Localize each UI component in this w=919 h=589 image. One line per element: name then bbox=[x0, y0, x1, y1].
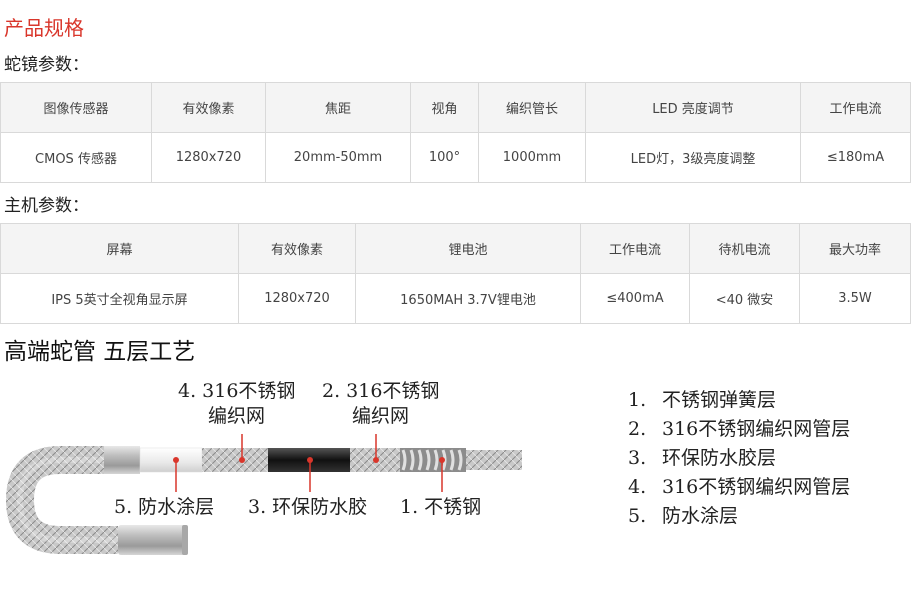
callout-dot bbox=[173, 457, 179, 463]
table-row: CMOS 传感器 1280x720 20mm-50mm 100° 1000mm … bbox=[0, 132, 911, 183]
probe-params-label: 蛇镜参数： bbox=[4, 55, 89, 75]
col-header: 编织管长 bbox=[478, 82, 586, 133]
callout-dot bbox=[239, 457, 245, 463]
legend-number: 5. bbox=[628, 505, 647, 527]
list-item: 4. 316不锈钢编织网管层 bbox=[628, 473, 850, 502]
col-header: 锂电池 bbox=[355, 223, 581, 274]
callout-label-2: 2. 316不锈钢 bbox=[322, 380, 440, 402]
waterproof-coating-layer bbox=[139, 447, 203, 473]
host-spec-table: 屏幕 有效像素 锂电池 工作电流 待机电流 最大功率 IPS 5英寸全视角显示屏… bbox=[0, 223, 911, 324]
callout-label-1: 1. 不锈钢 bbox=[400, 496, 482, 518]
col-header: 图像传感器 bbox=[0, 82, 152, 133]
table-cell: 20mm-50mm bbox=[265, 132, 411, 183]
page-title: 产品规格 bbox=[4, 16, 84, 40]
table-cell: 1650MAH 3.7V锂电池 bbox=[355, 273, 581, 324]
callout-dot bbox=[373, 457, 379, 463]
table-cell: 1280x720 bbox=[238, 273, 356, 324]
legend-number: 4. bbox=[628, 476, 647, 498]
col-header: 屏幕 bbox=[0, 223, 239, 274]
callout-label-4-sub: 编织网 bbox=[208, 405, 266, 427]
layer-legend: 1. 不锈钢弹簧层 2. 316不锈钢编织网管层 3. 环保防水胶层 4. 316不锈钢… bbox=[628, 386, 850, 531]
list-item: 1. 不锈钢弹簧层 bbox=[628, 386, 850, 415]
camera-head bbox=[118, 525, 186, 555]
table-cell: ≤400mA bbox=[580, 273, 690, 324]
tube-connector bbox=[104, 446, 140, 474]
table-cell: ≤180mA bbox=[800, 132, 911, 183]
callout-dot bbox=[307, 457, 313, 463]
list-item: 5. 防水涂层 bbox=[628, 502, 850, 531]
tube-section-heading: 高端蛇管 五层工艺 bbox=[4, 339, 196, 365]
callout-label-2-sub: 编织网 bbox=[352, 405, 410, 427]
snake-tube-diagram: 4. 316不锈钢 编织网 2. 316不锈钢 编织网 5. 防水涂层 3. 环… bbox=[0, 372, 540, 572]
legend-text: 316不锈钢编织网管层 bbox=[662, 476, 851, 498]
table-cell: 1000mm bbox=[478, 132, 586, 183]
col-header: LED 亮度调节 bbox=[585, 82, 801, 133]
table-cell: 100° bbox=[410, 132, 479, 183]
table-cell: 1280x720 bbox=[151, 132, 266, 183]
list-item: 2. 316不锈钢编织网管层 bbox=[628, 415, 850, 444]
camera-lens-rim bbox=[182, 525, 188, 555]
table-cell: <40 微安 bbox=[689, 273, 800, 324]
col-header: 视角 bbox=[410, 82, 479, 133]
legend-text: 环保防水胶层 bbox=[662, 447, 777, 469]
callout-label-3: 3. 环保防水胶 bbox=[248, 496, 368, 518]
callout-label-5: 5. 防水涂层 bbox=[114, 496, 215, 518]
col-header: 待机电流 bbox=[689, 223, 800, 274]
callout-dot bbox=[439, 457, 445, 463]
legend-text: 防水涂层 bbox=[662, 505, 739, 527]
col-header: 有效像素 bbox=[151, 82, 266, 133]
legend-text: 不锈钢弹簧层 bbox=[662, 389, 777, 411]
legend-number: 2. bbox=[628, 418, 647, 440]
col-header: 焦距 bbox=[265, 82, 411, 133]
outer-braid-layer bbox=[202, 448, 268, 472]
table-cell: 3.5W bbox=[799, 273, 911, 324]
table-header-row: 屏幕 有效像素 锂电池 工作电流 待机电流 最大功率 bbox=[0, 223, 911, 274]
braid-tail bbox=[466, 450, 522, 470]
col-header: 有效像素 bbox=[238, 223, 356, 274]
list-item: 3. 环保防水胶层 bbox=[628, 444, 850, 473]
legend-number: 1. bbox=[628, 389, 647, 411]
col-header: 最大功率 bbox=[799, 223, 911, 274]
legend-text: 316不锈钢编织网管层 bbox=[662, 418, 851, 440]
probe-spec-table: 图像传感器 有效像素 焦距 视角 编织管长 LED 亮度调节 工作电流 CMOS… bbox=[0, 82, 911, 183]
host-params-label: 主机参数： bbox=[4, 196, 89, 216]
table-cell: CMOS 传感器 bbox=[0, 132, 152, 183]
col-header: 工作电流 bbox=[800, 82, 911, 133]
braided-tube-curve bbox=[5, 446, 118, 554]
spring-layer bbox=[400, 448, 466, 472]
col-header: 工作电流 bbox=[580, 223, 690, 274]
table-header-row: 图像传感器 有效像素 焦距 视角 编织管长 LED 亮度调节 工作电流 bbox=[0, 82, 911, 133]
table-row: IPS 5英寸全视角显示屏 1280x720 1650MAH 3.7V锂电池 ≤… bbox=[0, 273, 911, 324]
table-cell: LED灯，3级亮度调整 bbox=[585, 132, 801, 183]
callout-label-4: 4. 316不锈钢 bbox=[178, 380, 296, 402]
legend-number: 3. bbox=[628, 447, 647, 469]
table-cell: IPS 5英寸全视角显示屏 bbox=[0, 273, 239, 324]
